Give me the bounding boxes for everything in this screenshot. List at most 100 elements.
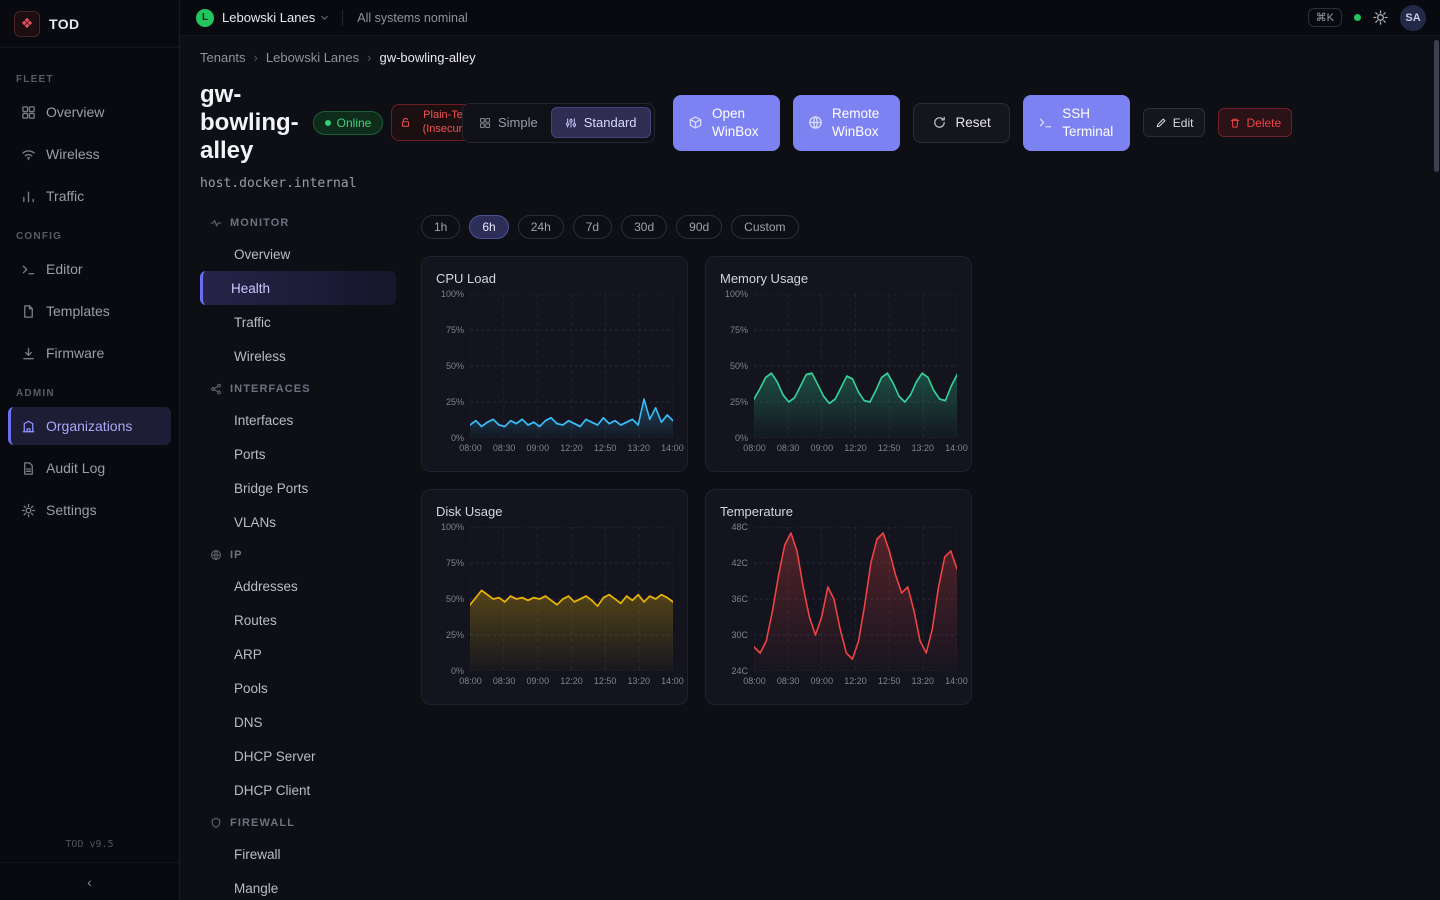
terminal-icon (21, 262, 36, 277)
subnav-section-interfaces: INTERFACES (200, 373, 396, 403)
chevron-down-icon[interactable] (319, 12, 330, 23)
x-tick-label: 09:00 (808, 676, 835, 689)
nodes-icon (210, 383, 222, 395)
subnav-item-traffic[interactable]: Traffic (200, 305, 396, 339)
chart-title: Disk Usage (436, 504, 673, 519)
main-area: L Lebowski Lanes All systems nominal ⌘K … (180, 0, 1440, 900)
sidebar-item-audit-log[interactable]: Audit Log (8, 449, 171, 487)
terminal-icon (1038, 115, 1053, 130)
time-range-24h[interactable]: 24h (518, 215, 564, 239)
subnav-item-pools[interactable]: Pools (200, 671, 396, 705)
time-range-custom[interactable]: Custom (731, 215, 798, 239)
scrollbar-thumb[interactable] (1434, 40, 1439, 172)
y-tick-label: 25% (446, 397, 464, 407)
y-tick-label: 100% (725, 289, 748, 299)
breadcrumb-lebowski-lanes[interactable]: Lebowski Lanes (266, 50, 359, 65)
mode-segment-simple[interactable]: Simple (466, 108, 551, 137)
x-tick-label: 14:00 (659, 676, 686, 689)
x-tick-label: 12:20 (558, 676, 585, 689)
x-axis: 08:0008:3009:0012:2012:5013:2014:00 (457, 676, 686, 689)
x-tick-label: 08:00 (457, 676, 484, 689)
theme-toggle-sun-icon[interactable] (1373, 10, 1388, 25)
wifi-icon (21, 147, 36, 162)
tenant-switcher[interactable]: Lebowski Lanes (222, 10, 315, 25)
view-mode-toggle: SimpleStandard (462, 103, 655, 143)
x-tick-label: 13:20 (625, 443, 652, 456)
remote-winbox-button[interactable]: Remote WinBox (793, 95, 900, 151)
x-tick-label: 14:00 (943, 676, 970, 689)
sidebar-section-admin: ADMIN (8, 376, 171, 407)
subnav-item-health[interactable]: Health (200, 271, 396, 305)
breadcrumb-gw-bowling-alley: gw-bowling-alley (379, 50, 475, 65)
health-status-dot (1354, 14, 1361, 21)
sidebar-item-label: Templates (46, 303, 110, 319)
subnav-item-dns[interactable]: DNS (200, 705, 396, 739)
grid-icon (21, 105, 36, 120)
pencil-icon (1155, 117, 1167, 129)
sidebar-item-templates[interactable]: Templates (8, 292, 171, 330)
subnav-item-dhcp-server[interactable]: DHCP Server (200, 739, 396, 773)
sidebar-item-editor[interactable]: Editor (8, 250, 171, 288)
subnav-item-interfaces[interactable]: Interfaces (200, 403, 396, 437)
subnav-item-vlans[interactable]: VLANs (200, 505, 396, 539)
delete-button[interactable]: Delete (1218, 108, 1292, 137)
command-palette-shortcut[interactable]: ⌘K (1308, 8, 1342, 27)
subnav-item-routes[interactable]: Routes (200, 603, 396, 637)
x-tick-label: 09:00 (524, 676, 551, 689)
ssh-terminal-button[interactable]: SSH Terminal (1023, 95, 1130, 151)
edit-button[interactable]: Edit (1143, 108, 1206, 137)
online-dot-icon (325, 120, 331, 126)
chart-title: CPU Load (436, 271, 673, 286)
tenant-avatar: L (196, 9, 214, 27)
cpu-load-plot (470, 294, 673, 438)
sidebar-item-overview[interactable]: Overview (8, 93, 171, 131)
globe-icon (808, 115, 823, 130)
trash-icon (1229, 117, 1241, 129)
sidebar-item-label: Settings (46, 502, 97, 518)
subnav-item-addresses[interactable]: Addresses (200, 569, 396, 603)
user-avatar[interactable]: SA (1400, 5, 1426, 31)
y-tick-label: 0% (735, 433, 748, 443)
topbar: L Lebowski Lanes All systems nominal ⌘K … (180, 0, 1440, 36)
sidebar-item-wireless[interactable]: Wireless (8, 135, 171, 173)
y-tick-label: 25% (446, 630, 464, 640)
chart-card-disk: Disk Usage 100%75%50%25%0%08:0008:3009:0… (421, 489, 688, 705)
sidebar-item-traffic[interactable]: Traffic (8, 177, 171, 215)
subnav-item-firewall[interactable]: Firewall (200, 837, 396, 871)
sidebar-item-settings[interactable]: Settings (8, 491, 171, 529)
device-subnav: MONITOROverviewHealthTrafficWirelessINTE… (200, 193, 396, 900)
subnav-item-overview[interactable]: Overview (200, 237, 396, 271)
charts-panel: 1h 6h 24h 7d 30d 90d Custom CPU Load 100%75%50… (421, 193, 972, 900)
sidebar-collapse-button[interactable]: ‹ (0, 862, 179, 900)
x-axis: 08:0008:3009:0012:2012:5013:2014:00 (457, 443, 686, 456)
time-range-30d[interactable]: 30d (621, 215, 667, 239)
x-tick-label: 08:30 (775, 443, 802, 456)
chart-icon (21, 189, 36, 204)
y-tick-label: 75% (730, 325, 748, 335)
sidebar-item-label: Overview (46, 104, 104, 120)
y-axis: 100%75%50%25%0% (436, 522, 470, 676)
download-icon (21, 346, 36, 361)
time-range-7d[interactable]: 7d (573, 215, 612, 239)
subnav-item-mangle[interactable]: Mangle (200, 871, 396, 900)
open-winbox-button[interactable]: Open WinBox (673, 95, 780, 151)
time-range-6h[interactable]: 6h (469, 215, 508, 239)
mode-segment-standard[interactable]: Standard (551, 107, 651, 138)
subnav-item-dhcp-client[interactable]: DHCP Client (200, 773, 396, 807)
time-range-1h[interactable]: 1h (421, 215, 460, 239)
subnav-item-wireless[interactable]: Wireless (200, 339, 396, 373)
x-axis: 08:0008:3009:0012:2012:5013:2014:00 (741, 443, 970, 456)
app-logo[interactable]: ❖ TOD (0, 0, 179, 48)
breadcrumb: Tenants›Lebowski Lanes›gw-bowling-alley (200, 50, 1416, 65)
subnav-item-arp[interactable]: ARP (200, 637, 396, 671)
y-tick-label: 42C (731, 558, 748, 568)
grid-icon (479, 117, 491, 129)
button-label: Reset (956, 115, 991, 130)
reset-button[interactable]: Reset (913, 103, 1010, 143)
sidebar-item-organizations[interactable]: Organizations (8, 407, 171, 445)
subnav-item-bridge-ports[interactable]: Bridge Ports (200, 471, 396, 505)
sidebar-item-firmware[interactable]: Firmware (8, 334, 171, 372)
time-range-90d[interactable]: 90d (676, 215, 722, 239)
breadcrumb-tenants[interactable]: Tenants (200, 50, 246, 65)
subnav-item-ports[interactable]: Ports (200, 437, 396, 471)
